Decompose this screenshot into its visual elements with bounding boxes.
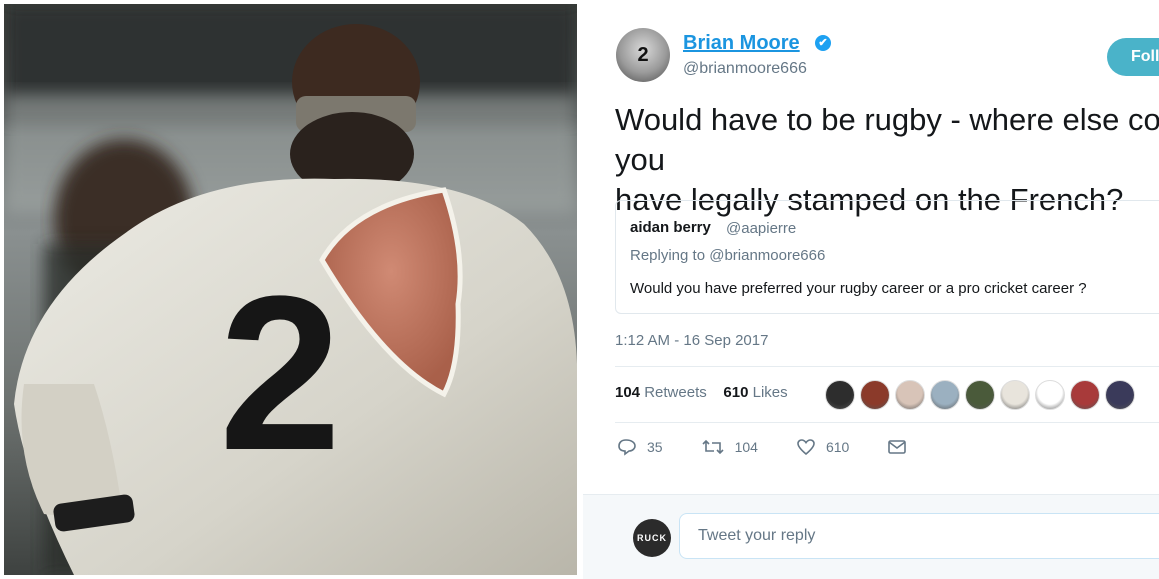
verified-icon: ✔ [815, 35, 831, 51]
follow-button[interactable]: Follow [1107, 38, 1159, 76]
reply-bar: RUCK Tweet your reply [583, 494, 1159, 579]
likes-count[interactable]: 610 [723, 384, 748, 401]
liker-avatar[interactable] [965, 380, 995, 410]
likes-label[interactable]: Likes [753, 384, 788, 401]
reply-user-avatar[interactable]: RUCK [633, 519, 671, 557]
reply-action[interactable]: 35 [617, 438, 663, 456]
liker-avatar[interactable] [1000, 380, 1030, 410]
tweet-actions: 35 104 610 [617, 438, 955, 456]
display-name[interactable]: Brian Moore [683, 32, 800, 55]
heart-icon [797, 439, 815, 456]
user-avatar[interactable]: 2 [616, 28, 670, 82]
retweet-count: 104 [734, 439, 758, 455]
retweets-count[interactable]: 104 [615, 384, 640, 401]
avatar-number: 2 [637, 43, 649, 66]
tweet-timestamp[interactable]: 1:12 AM - 16 Sep 2017 [615, 332, 768, 349]
liker-avatar[interactable] [825, 380, 855, 410]
liker-avatar[interactable] [1035, 380, 1065, 410]
quoted-handle[interactable]: @aapierre [726, 220, 796, 237]
liker-avatar[interactable] [930, 380, 960, 410]
quoted-name[interactable]: aidan berry [630, 219, 711, 236]
divider-top [615, 366, 1159, 367]
quoted-tweet[interactable]: aidan berry @aapierre Replying to @brian… [615, 200, 1159, 314]
reply-count: 35 [647, 439, 663, 455]
rugby-player-illustration: 2 [4, 4, 577, 575]
quoted-text: Would you have preferred your rugby care… [630, 280, 1087, 297]
retweets-label[interactable]: Retweets [644, 384, 707, 401]
divider-bottom [615, 422, 1159, 423]
like-action[interactable]: 610 [796, 438, 849, 456]
envelope-icon [888, 440, 907, 454]
message-action[interactable] [887, 439, 917, 455]
liker-avatar[interactable] [1070, 380, 1100, 410]
like-count: 610 [825, 439, 850, 455]
liker-avatars [825, 380, 1135, 410]
retweet-action[interactable]: 104 [701, 438, 758, 456]
liker-avatar[interactable] [1105, 380, 1135, 410]
user-handle[interactable]: @brianmoore666 [683, 60, 807, 78]
liker-avatar[interactable] [895, 380, 925, 410]
liker-avatar[interactable] [860, 380, 890, 410]
retweet-icon [702, 439, 724, 455]
tweet-card: 2 Brian Moore ✔ @brianmoore666 Follow Wo… [583, 0, 1159, 579]
tweet-stats: 104 Retweets 610 Likes [615, 384, 788, 401]
replying-to: Replying to @brianmoore666 [630, 247, 826, 264]
reply-input[interactable]: Tweet your reply [679, 513, 1159, 559]
reply-icon [618, 439, 636, 456]
jersey-number: 2 [219, 250, 341, 496]
rugby-photo: 2 [4, 4, 577, 575]
